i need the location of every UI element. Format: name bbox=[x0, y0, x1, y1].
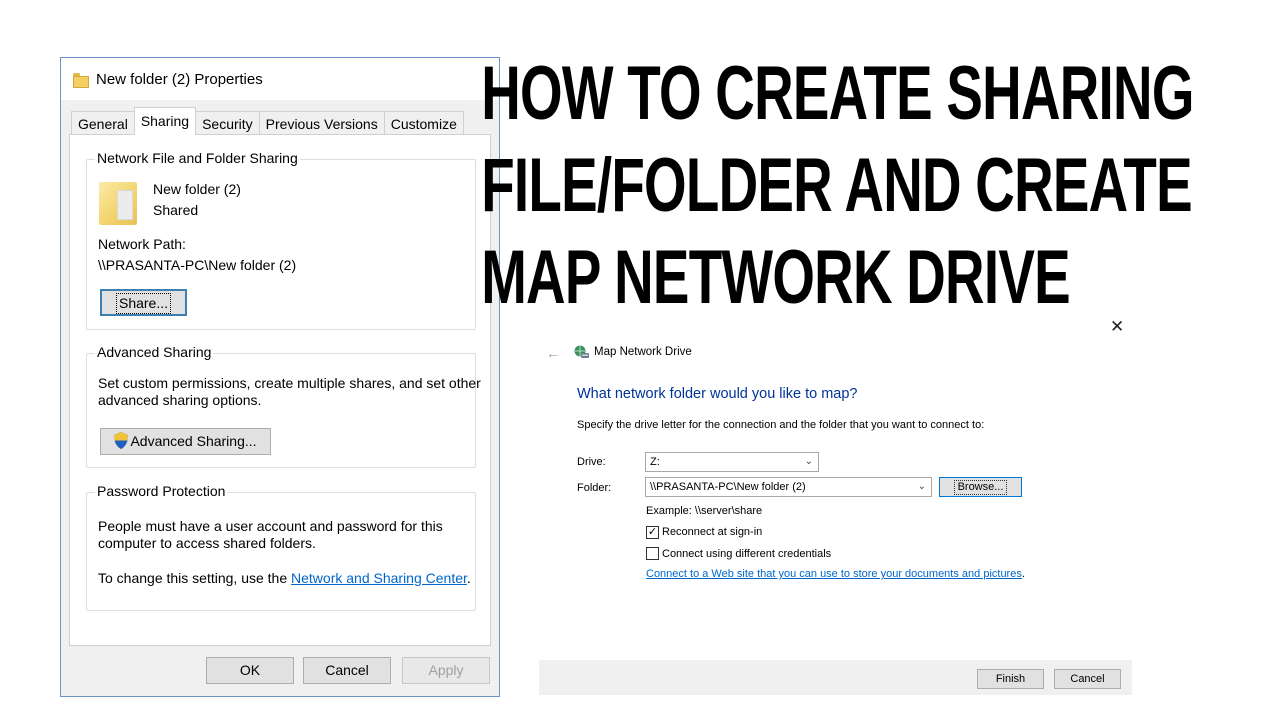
close-icon[interactable]: ✕ bbox=[1110, 317, 1124, 337]
password-protection-text-2: computer to access shared folders. bbox=[98, 535, 316, 551]
web-site-link-row: Connect to a Web site that you can use t… bbox=[646, 568, 1025, 580]
reconnect-label[interactable]: Reconnect at sign-in bbox=[662, 526, 762, 538]
folder-label: Folder: bbox=[577, 482, 612, 494]
folder-icon bbox=[73, 72, 89, 88]
headline-line-3: MAP NETWORK DRIVE bbox=[481, 235, 1070, 320]
advanced-sharing-group: Advanced Sharing Set custom permissions,… bbox=[86, 344, 481, 468]
network-path-value: \\PRASANTA-PC\New folder (2) bbox=[98, 257, 297, 273]
network-sharing-group: Network File and Folder Sharing New fold… bbox=[86, 150, 476, 330]
reconnect-checkbox[interactable]: ✓ bbox=[646, 526, 659, 539]
network-path-label: Network Path: bbox=[98, 236, 186, 252]
different-credentials-label[interactable]: Connect using different credentials bbox=[662, 548, 831, 560]
network-drive-icon bbox=[574, 345, 589, 358]
different-credentials-checkbox[interactable] bbox=[646, 547, 659, 560]
tab-previous-versions[interactable]: Previous Versions bbox=[258, 111, 385, 135]
video-headline: HOW TO CREATE SHARING FILE/FOLDER AND CR… bbox=[481, 48, 1194, 324]
folder-name: New folder (2) bbox=[153, 181, 241, 197]
drive-select[interactable]: Z: ⌄ bbox=[645, 452, 819, 472]
dialog-title-bar: New folder (2) Properties bbox=[61, 58, 499, 100]
advanced-sharing-button[interactable]: Advanced Sharing... bbox=[100, 428, 271, 455]
drive-label: Drive: bbox=[577, 456, 606, 468]
web-site-link[interactable]: Connect to a Web site that you can use t… bbox=[646, 568, 1022, 580]
network-sharing-group-label: Network File and Folder Sharing bbox=[95, 150, 300, 166]
share-button[interactable]: Share... bbox=[100, 289, 187, 316]
tab-general[interactable]: General bbox=[71, 111, 135, 135]
advanced-sharing-group-label: Advanced Sharing bbox=[95, 344, 214, 360]
wizard-description: Specify the drive letter for the connect… bbox=[577, 419, 985, 431]
sharing-tab-panel: Network File and Folder Sharing New fold… bbox=[69, 134, 491, 646]
apply-button[interactable]: Apply bbox=[402, 657, 490, 684]
wizard-footer: Finish Cancel bbox=[539, 660, 1132, 695]
password-protection-text-1: People must have a user account and pass… bbox=[98, 518, 443, 534]
headline-line-2: FILE/FOLDER AND CREATE bbox=[481, 143, 1192, 228]
tab-security[interactable]: Security bbox=[195, 111, 260, 135]
chevron-down-icon[interactable]: ⌄ bbox=[918, 478, 926, 496]
tab-sharing[interactable]: Sharing bbox=[133, 107, 197, 135]
wizard-cancel-button[interactable]: Cancel bbox=[1054, 669, 1121, 689]
shared-folder-icon bbox=[99, 182, 137, 225]
dialog-title: New folder (2) Properties bbox=[96, 70, 263, 88]
folder-properties-dialog: New folder (2) Properties General Sharin… bbox=[60, 57, 500, 697]
uac-shield-icon bbox=[114, 432, 129, 449]
back-arrow-icon[interactable]: ← bbox=[546, 345, 560, 361]
tab-customize[interactable]: Customize bbox=[383, 111, 464, 135]
browse-button[interactable]: Browse... bbox=[939, 477, 1022, 497]
password-protection-group-label: Password Protection bbox=[95, 483, 228, 499]
finish-button[interactable]: Finish bbox=[977, 669, 1044, 689]
wizard-title: Map Network Drive bbox=[594, 346, 692, 358]
password-protection-group: Password Protection People must have a u… bbox=[86, 483, 476, 611]
cancel-button[interactable]: Cancel bbox=[303, 657, 391, 684]
change-setting-text: To change this setting, use the Network … bbox=[98, 570, 471, 586]
network-sharing-center-link[interactable]: Network and Sharing Center bbox=[291, 570, 467, 586]
tab-strip: General Sharing Security Previous Versio… bbox=[71, 107, 464, 135]
folder-example: Example: \\server\share bbox=[646, 505, 763, 517]
advanced-sharing-description-1: Set custom permissions, create multiple … bbox=[98, 375, 481, 391]
wizard-heading: What network folder would you like to ma… bbox=[577, 386, 858, 402]
folder-share-state: Shared bbox=[153, 202, 199, 218]
chevron-down-icon: ⌄ bbox=[804, 456, 813, 467]
advanced-sharing-description-2: advanced sharing options. bbox=[98, 392, 262, 408]
headline-line-1: HOW TO CREATE SHARING bbox=[481, 51, 1194, 136]
folder-input[interactable]: \\PRASANTA-PC\New folder (2) ⌄ bbox=[645, 477, 932, 497]
ok-button[interactable]: OK bbox=[206, 657, 294, 684]
